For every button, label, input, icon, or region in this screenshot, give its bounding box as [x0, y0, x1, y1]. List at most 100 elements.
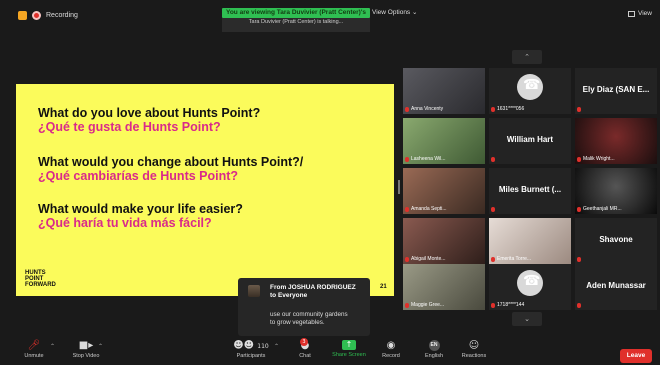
participant-name-large: William Hart	[506, 135, 554, 144]
participant-name-large: Miles Burnett (...	[498, 185, 562, 194]
muted-mic-icon	[491, 302, 495, 308]
muted-mic-icon	[577, 303, 581, 308]
question-spanish: ¿Qué cambiarías de Hunts Point?	[38, 169, 239, 183]
participant-tile[interactable]: Emerita Torre...	[489, 218, 571, 264]
recording-dot-icon	[32, 11, 41, 20]
share-screen-label: Share Screen	[332, 352, 366, 358]
muted-mic-icon	[405, 156, 409, 162]
recording-indicator[interactable]: Recording	[18, 11, 78, 20]
participant-tile[interactable]: Malik Wright...	[575, 118, 657, 164]
muted-mic-icon	[491, 157, 495, 162]
participant-name: Lasheena Wil...	[405, 156, 445, 162]
participant-tile[interactable]: 1631****056	[489, 68, 571, 114]
participant-tile[interactable]: Lasheena Wil...	[403, 118, 485, 164]
unmute-button[interactable]: 🎤︎ Unmute	[14, 340, 54, 359]
logo-line: FORWARD	[25, 282, 56, 288]
record-label: Record	[382, 353, 400, 359]
participant-tile[interactable]: Abigail Monte...	[403, 218, 485, 264]
unmute-label: Unmute	[24, 353, 44, 359]
talking-tooltip: Tara Duvivier (Pratt Center) is talking.…	[222, 18, 370, 32]
participant-tile[interactable]: Anna Vincenty	[403, 68, 485, 114]
muted-mic-icon	[405, 106, 409, 112]
language-globe-icon: EN	[428, 340, 440, 351]
viewing-screen-banner: You are viewing Tara Duvivier (Pratt Cen…	[222, 8, 370, 26]
chat-unread-badge: 3	[300, 338, 308, 346]
security-shield-icon[interactable]	[18, 11, 27, 20]
caret-up-icon: ⌃	[50, 344, 56, 350]
share-screen-button[interactable]: ↑ Share Screen	[328, 340, 370, 358]
muted-mic-icon	[405, 206, 409, 212]
participant-gallery: ⌃ Anna Vincenty 1631****056 Ely Diaz (SA…	[403, 50, 657, 326]
gallery-down-icon[interactable]: ⌄	[512, 312, 542, 326]
interpretation-button[interactable]: EN English	[418, 340, 450, 359]
reactions-button[interactable]: ☺ Reactions	[458, 340, 490, 359]
leave-button[interactable]: Leave	[620, 349, 652, 363]
slide-question-3: What would make your life easier? ¿Qué h…	[38, 202, 243, 230]
question-english: What do you love about Hunts Point?	[38, 106, 261, 120]
participant-tile[interactable]: Ely Diaz (SAN E...	[575, 68, 657, 114]
english-label: English	[424, 353, 444, 359]
chat-to: to Everyone	[270, 292, 308, 299]
muted-mic-icon	[577, 156, 581, 162]
view-label: View	[638, 10, 652, 17]
sender-avatar	[248, 285, 260, 297]
chat-message-line: to grow vegetables.	[270, 319, 325, 326]
participant-name: 1718****144	[491, 302, 524, 308]
chat-message: use our community gardens to grow vegeta…	[270, 311, 348, 327]
participant-tile[interactable]: Shavone	[575, 218, 657, 264]
muted-mic-icon	[405, 302, 409, 308]
participant-name: Geethanjali MR...	[577, 206, 622, 212]
participant-tile[interactable]: Geethanjali MR...	[575, 168, 657, 214]
chat-button[interactable]: ●3 Chat	[292, 338, 318, 359]
participant-tile[interactable]: Aden Munassar	[575, 264, 657, 310]
gallery-up-icon[interactable]: ⌃	[512, 50, 542, 64]
caret-up-icon: ⌃	[274, 344, 280, 350]
chat-label: Chat	[299, 353, 311, 359]
phone-icon	[517, 74, 543, 100]
participant-name: 1631****056	[491, 106, 524, 112]
muted-mic-icon	[405, 256, 409, 262]
participant-tile[interactable]: Amanda Septi...	[403, 168, 485, 214]
question-english: What would you change about Hunts Point?…	[38, 155, 304, 169]
record-icon: ◉	[386, 340, 396, 351]
view-options-button[interactable]: View Options ⌄	[372, 8, 417, 16]
participant-name: Abigail Monte...	[405, 256, 445, 262]
muted-mic-icon	[577, 257, 581, 262]
participant-tile[interactable]: 1718****144	[489, 264, 571, 310]
participant-name: Emerita Torre...	[491, 256, 531, 262]
participant-tile[interactable]: Miles Burnett (...	[489, 168, 571, 214]
panel-resize-handle[interactable]	[398, 180, 400, 194]
reactions-label: Reactions	[461, 353, 487, 359]
muted-mic-icon	[491, 207, 495, 212]
participants-icon: ☻☻ 110	[233, 340, 269, 351]
chat-notification[interactable]: From JOSHUA RODRIGUEZ to Everyone use ou…	[238, 278, 370, 336]
participant-name: Maggie Gree...	[405, 302, 444, 308]
top-bar: Recording You are viewing Tara Duvivier …	[0, 0, 660, 34]
participants-count: 110	[257, 343, 269, 350]
participant-name: Anna Vincenty	[405, 106, 443, 112]
caret-up-icon: ⌃	[98, 344, 104, 350]
recording-label: Recording	[46, 12, 78, 19]
shared-screen-slide: What do you love about Hunts Point? ¿Qué…	[16, 84, 394, 296]
slide-page-number: 21	[380, 284, 387, 290]
view-button[interactable]: View	[628, 10, 652, 17]
chat-bubble-icon: ●3	[292, 338, 318, 351]
hunts-point-forward-logo: HUNTS POINT FORWARD	[25, 270, 56, 288]
stop-video-label: Stop Video	[72, 353, 100, 359]
participant-name: Amanda Septi...	[405, 206, 447, 212]
muted-mic-icon	[491, 106, 495, 112]
participant-tile[interactable]: William Hart	[489, 118, 571, 164]
muted-mic-icon	[577, 107, 581, 112]
participant-name-large: Aden Munassar	[586, 281, 646, 290]
participants-button[interactable]: ☻☻ 110 Participants	[228, 340, 274, 359]
participant-tile[interactable]: Maggie Gree...	[403, 264, 485, 310]
question-spanish: ¿Qué te gusta de Hunts Point?	[38, 120, 221, 134]
smiley-icon: ☺	[468, 340, 480, 351]
record-button[interactable]: ◉ Record	[376, 340, 406, 359]
chat-message-line: use our community gardens	[270, 311, 348, 318]
phone-icon	[517, 270, 543, 296]
chat-from: From JOSHUA RODRIGUEZ	[270, 284, 356, 291]
slide-question-2: What would you change about Hunts Point?…	[38, 155, 303, 183]
chat-sender: From JOSHUA RODRIGUEZ to Everyone	[270, 284, 356, 300]
meeting-toolbar: 🎤︎ Unmute ⌃ ■▸ Stop Video ⌃ ☻☻ 110 Parti…	[0, 338, 660, 365]
